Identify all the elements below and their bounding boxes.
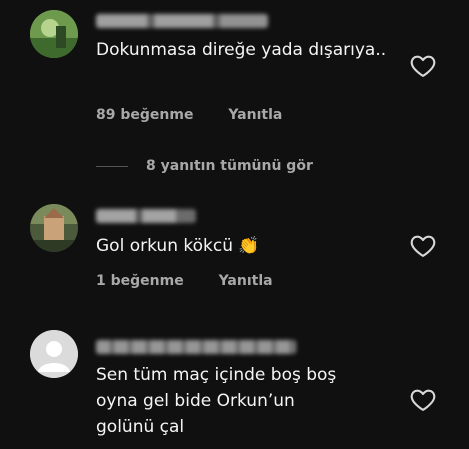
likes-count[interactable]: 1 beğenme — [96, 273, 184, 289]
view-replies-label[interactable]: 8 yanıtın tümünü gör — [146, 158, 313, 174]
replies-divider — [96, 165, 128, 167]
avatar[interactable] — [30, 204, 78, 252]
comment-text: Dokunmasa direğe yada dışarıya.. — [96, 40, 387, 60]
username-blurred[interactable] — [96, 340, 296, 354]
avatar[interactable] — [30, 10, 78, 58]
likes-count[interactable]: 89 beğenme — [96, 107, 193, 123]
username-blurred[interactable] — [96, 209, 196, 223]
avatar-photo — [30, 10, 78, 58]
comment-meta: 1 beğenme Yanıtla — [96, 273, 303, 289]
comment-text: Gol orkun kökcü 👏 — [96, 236, 260, 256]
heart-icon[interactable] — [409, 232, 437, 260]
reply-button[interactable]: Yanıtla — [228, 107, 282, 123]
reply-button[interactable]: Yanıtla — [219, 273, 273, 289]
avatar-photo — [30, 204, 78, 252]
username-blurred[interactable] — [96, 14, 268, 28]
comment-meta: 89 beğenme Yanıtla — [96, 107, 312, 123]
heart-icon[interactable] — [409, 52, 437, 80]
avatar[interactable] — [30, 330, 78, 378]
comment-text: Sen tüm maç içinde boş boş oyna gel bide… — [96, 365, 337, 437]
default-avatar-icon — [30, 330, 78, 378]
heart-icon[interactable] — [409, 386, 437, 414]
view-replies[interactable]: 8 yanıtın tümünü gör — [96, 158, 313, 174]
